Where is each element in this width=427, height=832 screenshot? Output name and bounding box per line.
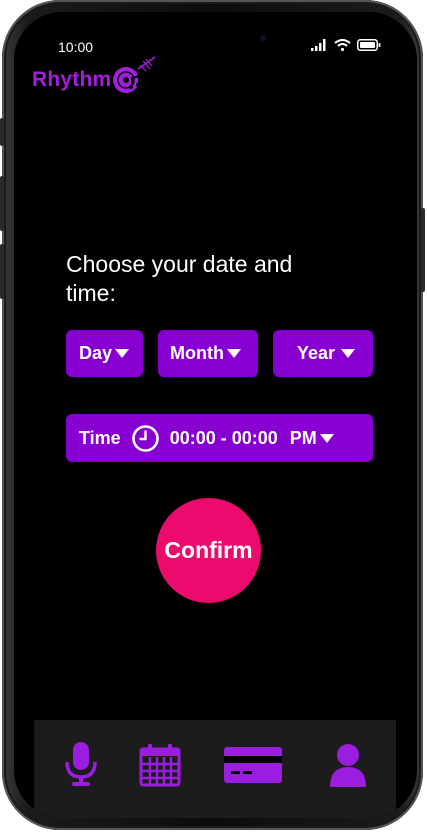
day-dropdown[interactable]: Day — [66, 330, 143, 377]
time-label: Time — [79, 427, 121, 448]
nav-calendar[interactable] — [138, 740, 182, 790]
volume-down-button — [0, 244, 4, 299]
notch — [126, 12, 304, 38]
month-label: Month — [170, 343, 224, 363]
nav-profile[interactable] — [326, 740, 370, 790]
signal-icon — [311, 39, 326, 51]
wifi-icon — [334, 39, 351, 51]
power-button — [421, 208, 425, 292]
music-disc-icon — [113, 56, 156, 93]
caret-down-icon — [115, 349, 130, 358]
microphone-icon — [65, 742, 97, 786]
confirm-button[interactable]: Confirm — [156, 498, 261, 603]
logo-text: Rhythm — [32, 68, 112, 91]
month-dropdown[interactable]: Month — [158, 330, 258, 377]
year-dropdown[interactable]: Year — [273, 330, 373, 377]
time-range: 00:00 - 00:00 — [169, 427, 278, 448]
status-icons — [311, 39, 381, 51]
credit-card-icon — [224, 747, 282, 783]
silent-switch — [0, 118, 4, 146]
caret-down-icon — [341, 349, 356, 358]
volume-up-button — [0, 176, 4, 231]
caret-down-icon — [319, 433, 334, 443]
nav-payment[interactable] — [222, 740, 284, 790]
bottom-nav — [34, 720, 396, 818]
date-time-prompt: Choose your date and time: — [66, 251, 293, 306]
status-time: 10:00 — [58, 39, 94, 55]
app-logo: Rhythm — [32, 56, 162, 95]
caret-down-icon — [226, 349, 241, 358]
user-icon — [330, 744, 366, 787]
nav-microphone[interactable] — [61, 740, 101, 790]
clock-icon — [131, 424, 159, 452]
camera — [260, 35, 266, 41]
calendar-icon — [139, 744, 181, 787]
day-label: Day — [79, 343, 113, 363]
year-label: Year — [297, 343, 336, 363]
screen: 10:00 Rhythm Choose your date and time: … — [14, 12, 417, 818]
phone-frame: 10:00 Rhythm Choose your date and time: … — [0, 0, 425, 830]
time-dropdown[interactable]: Time 00:00 - 00:00 PM — [66, 414, 373, 462]
battery-icon — [357, 39, 381, 51]
meridiem: PM — [289, 427, 317, 448]
